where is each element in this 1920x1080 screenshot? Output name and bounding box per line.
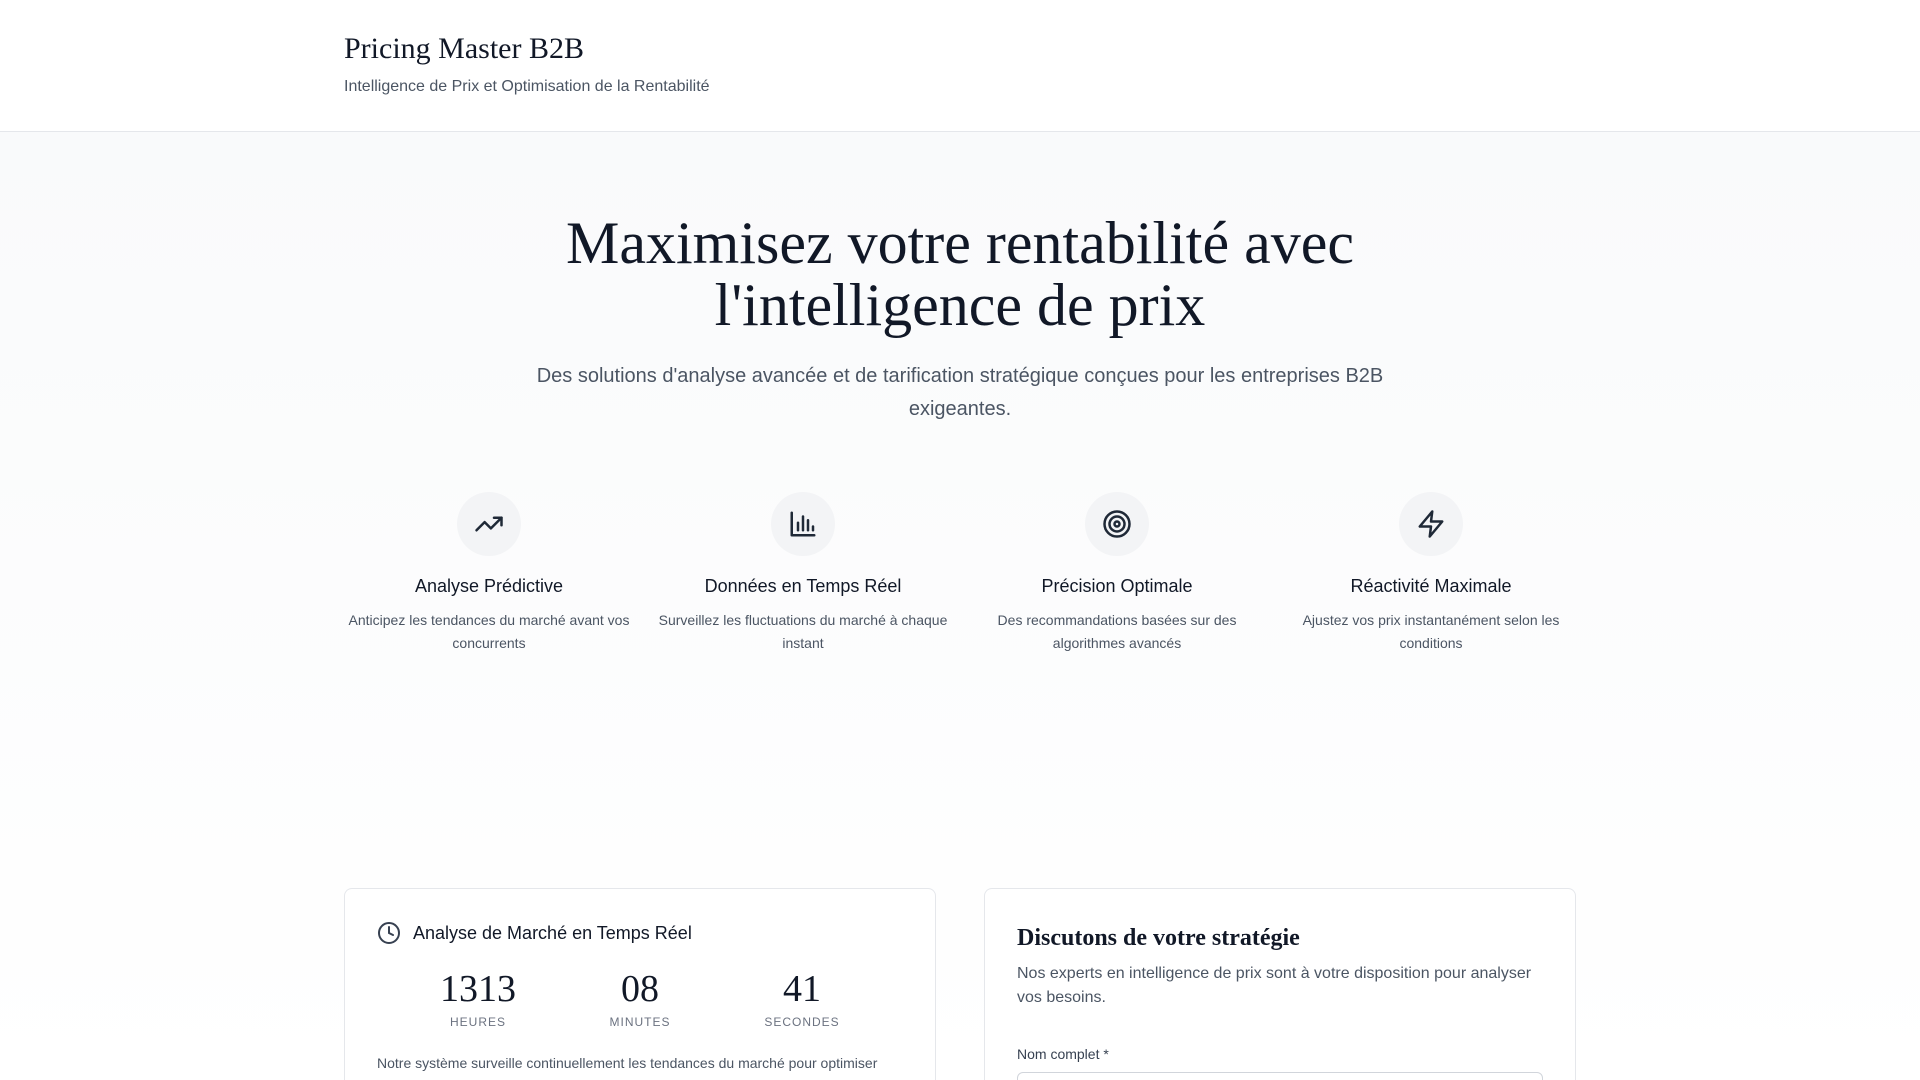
target-icon	[1085, 492, 1149, 556]
contact-form-title: Discutons de votre stratégie	[1017, 925, 1300, 951]
timer-hours-label: HEURES	[449, 1015, 506, 1029]
market-analysis-card: Analyse de Marché en Temps Réel 1313 HEU…	[344, 888, 936, 1080]
main-content: Maximisez votre rentabilité avec l'intel…	[0, 132, 1920, 1080]
feature-desc: Des recommandations basées sur des algor…	[997, 612, 1237, 651]
contact-form-subtitle: Nos experts en intelligence de prix sont…	[1017, 965, 1532, 1006]
timer-seconds-label: SECONDES	[764, 1015, 840, 1029]
cards-row: Analyse de Marché en Temps Réel 1313 HEU…	[344, 888, 1576, 1080]
name-field[interactable]	[1017, 1072, 1543, 1080]
feature-desc: Ajustez vos prix instantanément selon le…	[1302, 612, 1560, 651]
timer-hours-value: 1313	[440, 968, 516, 1010]
bar-chart-icon	[771, 492, 835, 556]
hero-section: Maximisez votre rentabilité avec l'intel…	[0, 132, 1920, 426]
feature-desc: Surveillez les fluctuations du marché à …	[658, 612, 948, 651]
timer-hours: 1313 HEURES	[418, 967, 538, 1029]
lightning-icon	[1399, 492, 1463, 556]
feature-desc: Anticipez les tendances du marché avant …	[348, 612, 630, 651]
features-grid: Analyse Prédictive Anticipez les tendanc…	[344, 492, 1576, 655]
feature-realtime: Données en Temps Réel Surveillez les flu…	[658, 492, 948, 655]
timer-minutes-value: 08	[621, 968, 659, 1010]
timer-minutes-label: MINUTES	[609, 1015, 671, 1029]
hero-title-line2: l'intelligence de prix	[714, 272, 1206, 338]
feature-title: Réactivité Maximale	[1350, 576, 1512, 596]
name-field-label: Nom complet *	[1017, 1046, 1109, 1062]
feature-precision: Précision Optimale Des recommandations b…	[972, 492, 1262, 655]
market-card-title: Analyse de Marché en Temps Réel	[413, 922, 692, 943]
timer-minutes: 08 MINUTES	[580, 967, 700, 1029]
feature-reactivity: Réactivité Maximale Ajustez vos prix ins…	[1286, 492, 1576, 655]
site-header: Pricing Master B2B Intelligence de Prix …	[0, 0, 1920, 132]
timer-seconds-value: 41	[783, 968, 821, 1010]
hero-subtitle: Des solutions d'analyse avancée et de ta…	[536, 365, 1384, 420]
feature-title: Données en Temps Réel	[704, 576, 902, 596]
countdown-timer: 1313 HEURES 08 MINUTES 41 SECONDES	[377, 967, 903, 1029]
clock-icon	[378, 922, 400, 944]
trending-up-icon	[457, 492, 521, 556]
feature-predictive: Analyse Prédictive Anticipez les tendanc…	[344, 492, 634, 655]
market-card-note: Notre système surveille continuellement …	[377, 1055, 878, 1071]
timer-seconds: 41 SECONDES	[742, 967, 862, 1029]
hero-title: Maximisez votre rentabilité avec l'intel…	[510, 212, 1410, 336]
contact-form-card: Discutons de votre stratégie Nos experts…	[984, 888, 1576, 1080]
feature-title: Précision Optimale	[1041, 576, 1193, 596]
hero-title-line1: Maximisez votre rentabilité avec	[566, 210, 1354, 276]
feature-title: Analyse Prédictive	[414, 576, 564, 596]
brand-title[interactable]: Pricing Master B2B	[344, 32, 1920, 66]
brand-subtitle: Intelligence de Prix et Optimisation de …	[344, 78, 710, 95]
market-card-header: Analyse de Marché en Temps Réel	[377, 921, 903, 945]
